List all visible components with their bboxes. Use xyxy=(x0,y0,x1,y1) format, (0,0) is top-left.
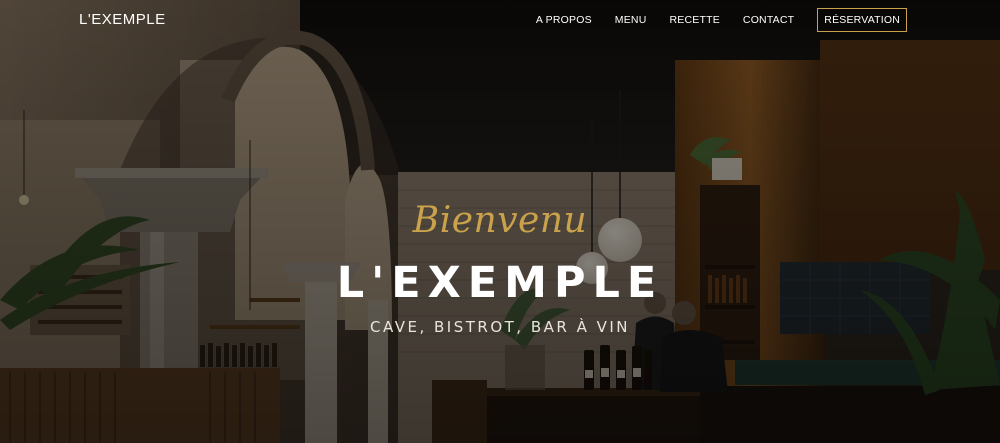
nav-item-recette[interactable]: RECETTE xyxy=(670,14,720,26)
hero-title: L'EXEMPLE xyxy=(336,258,664,308)
top-navigation: L'EXEMPLE A PROPOS MENU RECETTE CONTACT … xyxy=(0,0,1000,40)
hero-subtitle: CAVE, BISTROT, BAR À VIN xyxy=(369,318,631,336)
reservation-button[interactable]: RÉSERVATION xyxy=(817,8,907,32)
nav-item-contact[interactable]: CONTACT xyxy=(743,14,794,26)
brand-logo-link[interactable]: L'EXEMPLE xyxy=(79,11,166,28)
nav-item-a-propos[interactable]: A PROPOS xyxy=(536,14,592,26)
hero-section: L'EXEMPLE A PROPOS MENU RECETTE CONTACT … xyxy=(0,0,1000,443)
nav-menu: A PROPOS MENU RECETTE CONTACT RÉSERVATIO… xyxy=(513,8,907,32)
hero-welcome-script: Bienvenu xyxy=(412,200,588,241)
nav-item-menu[interactable]: MENU xyxy=(615,14,647,26)
